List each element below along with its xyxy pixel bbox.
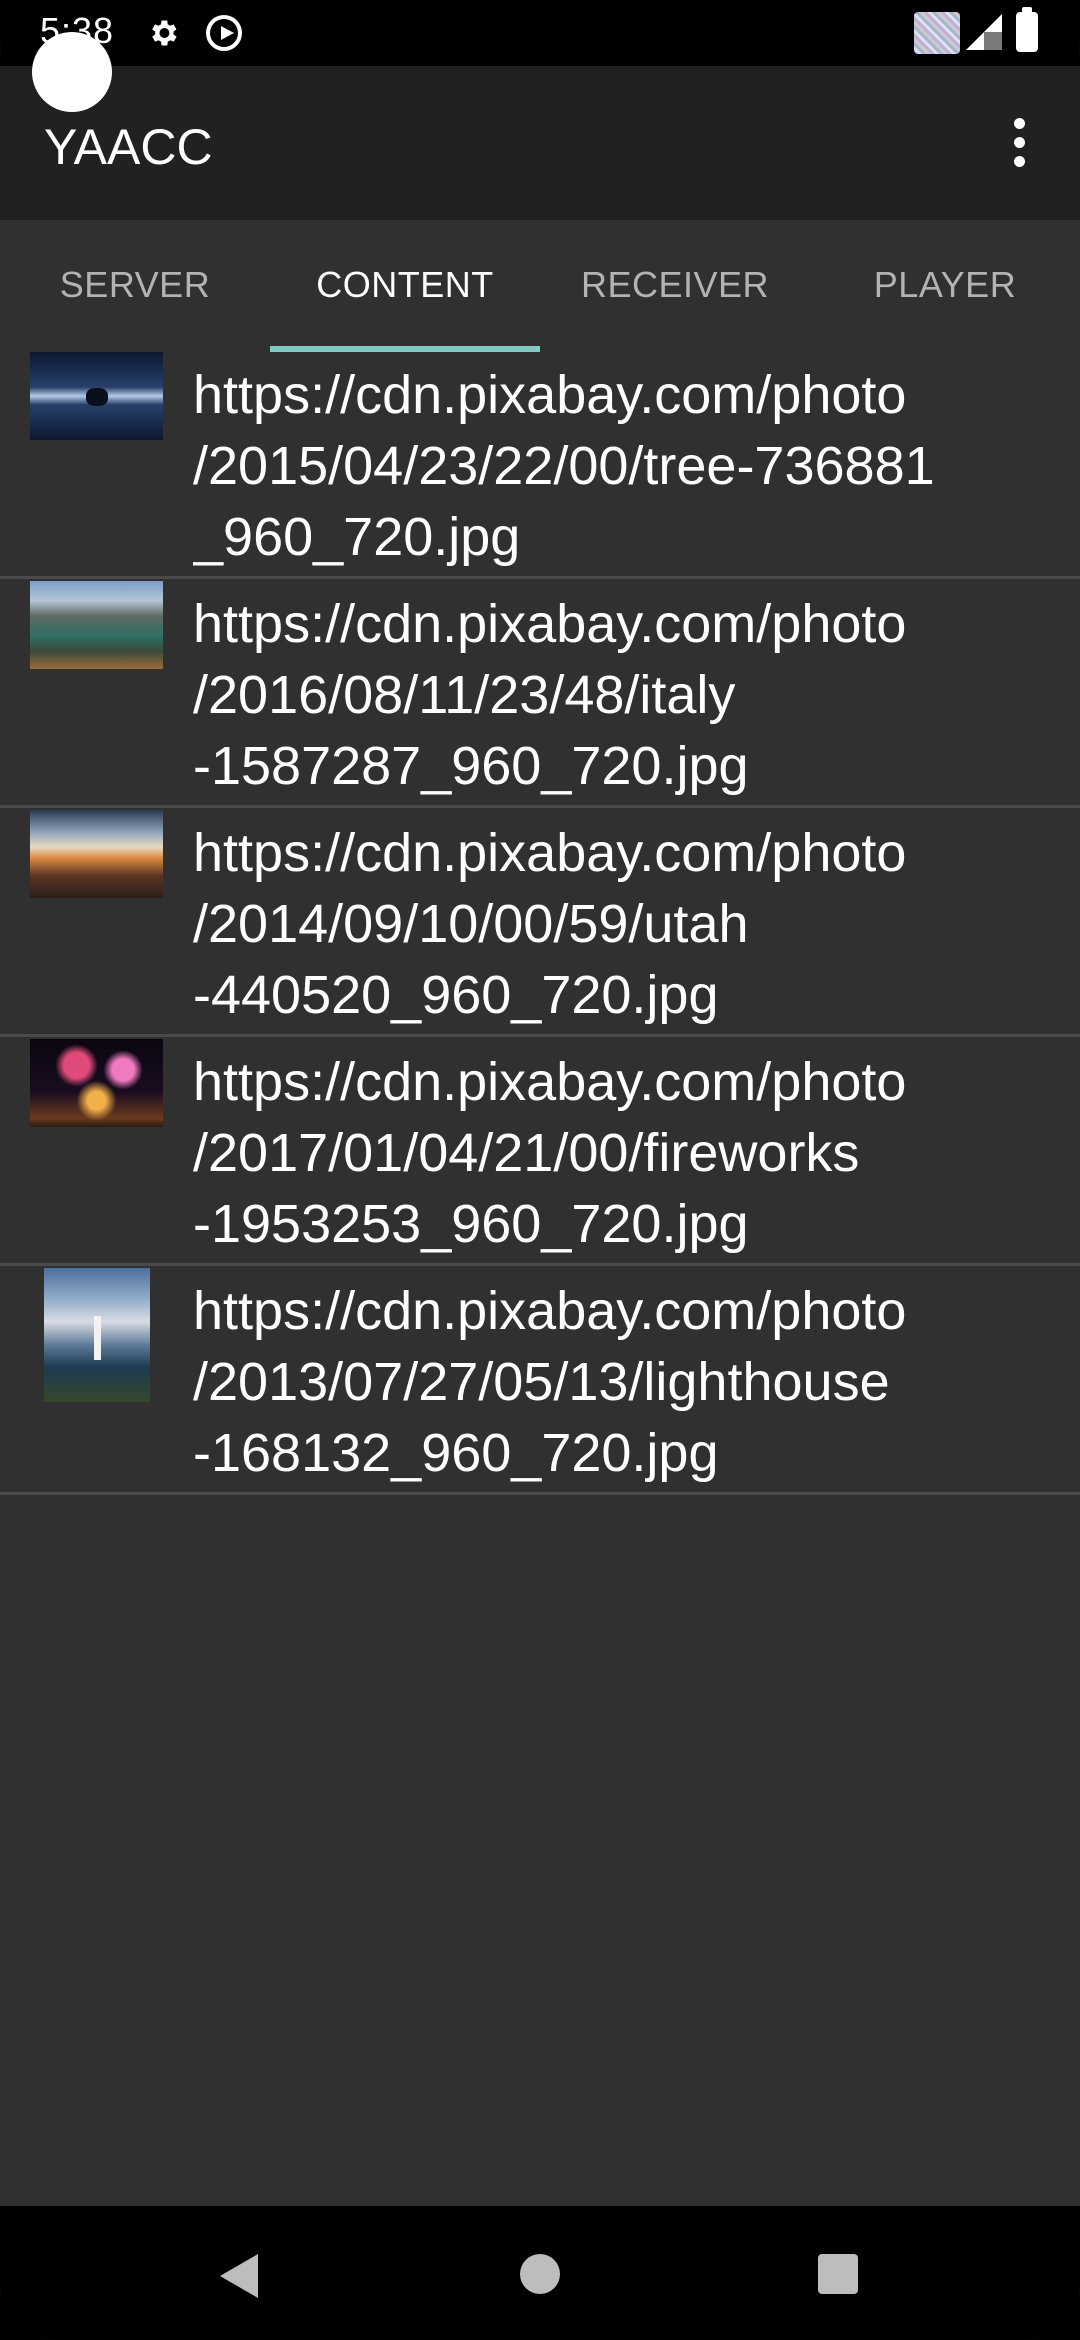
tab-receiver[interactable]: RECEIVER [540, 264, 810, 324]
recents-icon[interactable] [818, 2254, 858, 2294]
tab-server[interactable]: SERVER [0, 264, 270, 324]
tab-player[interactable]: PLAYER [810, 264, 1080, 324]
thumbnail-image [44, 1268, 150, 1402]
status-bar: 5:38 [0, 0, 1080, 66]
list-item-text: https://cdn.pixabay.com/photo /2017/01/0… [193, 1052, 907, 1254]
play-circle-icon [206, 15, 242, 51]
navigation-bar [0, 2206, 1080, 2340]
screen: 5:38 YAACC SERVER CONTENT RECEIVER PLAYE… [0, 0, 1080, 2340]
camera-cutout [32, 32, 112, 112]
list-item-text: https://cdn.pixabay.com/photo /2016/08/1… [193, 594, 907, 796]
content-list: https://cdn.pixabay.com/photo /2015/04/2… [0, 350, 1080, 1495]
gear-icon [152, 20, 177, 46]
app-bar: YAACC [0, 66, 1080, 220]
list-item[interactable]: https://cdn.pixabay.com/photo /2017/01/0… [0, 1037, 1080, 1266]
list-item-text: https://cdn.pixabay.com/photo /2015/04/2… [193, 365, 935, 567]
thumbnail-image [30, 581, 163, 669]
app-title: YAACC [44, 119, 213, 175]
thumbnail-image [30, 1039, 163, 1127]
list-item[interactable]: https://cdn.pixabay.com/photo /2015/04/2… [0, 350, 1080, 579]
back-icon[interactable] [220, 2254, 258, 2298]
list-item[interactable]: https://cdn.pixabay.com/photo /2016/08/1… [0, 579, 1080, 808]
list-item-text: https://cdn.pixabay.com/photo /2014/09/1… [193, 823, 907, 1025]
notification-thumbnail-icon [914, 12, 960, 54]
thumbnail-image [30, 352, 163, 440]
thumbnail-image [30, 810, 163, 898]
list-item[interactable]: https://cdn.pixabay.com/photo /2013/07/2… [0, 1266, 1080, 1495]
list-item[interactable]: https://cdn.pixabay.com/photo /2014/09/1… [0, 808, 1080, 1037]
list-item-text: https://cdn.pixabay.com/photo /2013/07/2… [193, 1281, 907, 1483]
overflow-menu-icon[interactable] [1004, 118, 1034, 172]
home-icon[interactable] [520, 2254, 560, 2294]
battery-icon [1016, 7, 1038, 52]
tab-bar: SERVER CONTENT RECEIVER PLAYER [0, 220, 1080, 354]
signal-weak-part [984, 32, 1002, 50]
tab-content[interactable]: CONTENT [270, 264, 540, 324]
